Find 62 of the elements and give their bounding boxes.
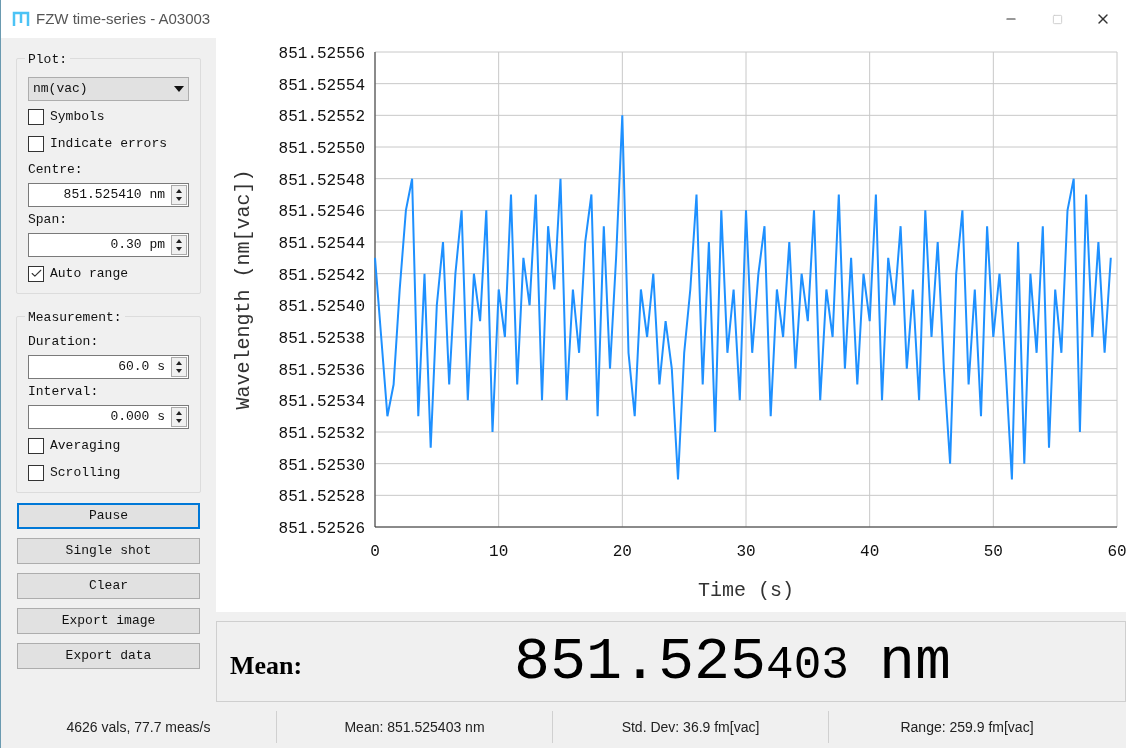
spin-field[interactable]: 0.30 pm [28, 233, 189, 257]
window-title: FZW time-series - A03003 [36, 8, 211, 29]
y-tick-label: 851.52540 [278, 298, 365, 317]
y-tick-label: 851.52554 [278, 76, 365, 95]
app-logo-icon [12, 11, 30, 27]
checkbox[interactable] [28, 464, 44, 481]
x-tick-label: 40 [860, 543, 880, 561]
x-tick-label: 50 [983, 543, 1003, 561]
y-tick-label: 851.52530 [278, 456, 365, 475]
spin-arrows-icon[interactable] [171, 235, 187, 255]
checkbox[interactable] [28, 108, 44, 125]
y-axis-title: Wavelength (nm[vac]) [232, 169, 255, 410]
unit-select[interactable]: nm(vac) [28, 77, 189, 101]
field-label: Duration: [28, 333, 100, 352]
action-button[interactable]: Export image [17, 608, 200, 634]
y-tick-label: 851.52526 [278, 520, 365, 538]
mean-label: Mean: [230, 650, 303, 682]
x-tick-label: 30 [736, 543, 756, 561]
x-tick-label: 10 [489, 543, 509, 561]
checkbox-label: Auto range [50, 264, 128, 283]
action-button[interactable]: Export data [17, 643, 200, 669]
checkbox[interactable] [28, 135, 44, 152]
y-tick-label: 851.52552 [278, 108, 365, 127]
spin-field[interactable]: 60.0 s [28, 355, 189, 379]
action-button[interactable]: Clear [17, 573, 200, 599]
mean-value: 851.525403 nm [514, 631, 951, 692]
spin-field[interactable]: 0.000 s [28, 405, 189, 429]
checkbox-label: Symbols [50, 107, 105, 126]
field-label: Centre: [28, 161, 84, 180]
y-tick-label: 851.52536 [278, 361, 365, 380]
y-tick-label: 851.52532 [278, 425, 365, 443]
y-tick-label: 851.52546 [278, 203, 365, 222]
y-tick-label: 851.52548 [278, 171, 365, 190]
action-button[interactable]: Single shot [17, 538, 200, 564]
status-text: Std. Dev: 36.9 fm[vac] [621, 717, 760, 737]
y-tick-label: 851.52534 [278, 393, 365, 412]
y-tick-label: 851.52528 [278, 488, 365, 507]
x-axis-title: Time (s) [698, 579, 794, 602]
field-label: Span: [28, 211, 68, 230]
checkbox-label: Averaging [50, 436, 121, 455]
checkbox-label: Indicate errors [50, 134, 168, 153]
y-tick-label: 851.52542 [278, 266, 365, 285]
y-tick-label: 851.52556 [278, 45, 365, 63]
checkbox[interactable] [28, 437, 44, 454]
checkbox[interactable] [28, 265, 44, 282]
y-tick-label: 851.52538 [278, 330, 365, 348]
status-text: 4626 vals, 77.7 meas/s [66, 717, 211, 737]
status-text: Range: 259.9 fm[vac] [900, 717, 1034, 737]
x-tick-label: 60 [1107, 543, 1126, 561]
action-button[interactable]: Pause [17, 503, 200, 529]
spin-arrows-icon[interactable] [171, 185, 187, 205]
dropdown-arrow-icon [174, 86, 184, 92]
y-tick-label: 851.52544 [278, 235, 365, 253]
field-label: Interval: [28, 383, 100, 402]
y-tick-label: 851.52550 [278, 140, 365, 158]
status-text: Mean: 851.525403 nm [344, 717, 485, 737]
x-tick-label: 0 [370, 543, 380, 561]
spin-field[interactable]: 851.525410 nm [28, 183, 189, 207]
spin-arrows-icon[interactable] [171, 407, 187, 427]
x-tick-label: 20 [612, 543, 632, 561]
checkbox-label: Scrolling [50, 463, 121, 482]
spin-arrows-icon[interactable] [171, 357, 187, 377]
